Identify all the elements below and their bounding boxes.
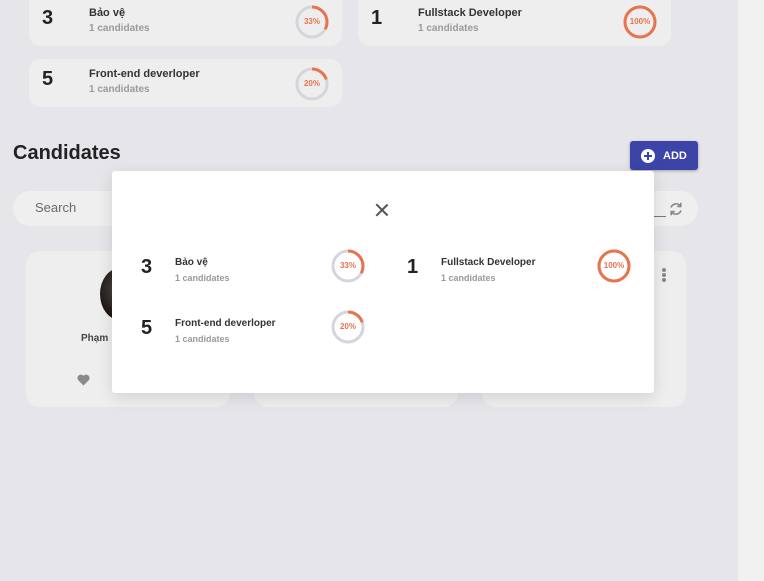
modal-job-item[interactable]: 1 Fullstack Developer 1 candidates 100% (407, 247, 637, 287)
job-count: 1 (407, 256, 419, 278)
job-count: 5 (42, 68, 54, 90)
job-title: Bảo vệ (89, 7, 126, 19)
job-card[interactable]: 5 Front-end deverloper 1 candidates 20% (29, 59, 342, 107)
job-count: 1 (371, 7, 383, 29)
job-candidates: 1 candidates (418, 23, 479, 34)
progress-ring: 20% (331, 310, 365, 344)
job-candidates: 1 candidates (89, 84, 150, 95)
jobs-modal: 3 Bảo vệ 1 candidates 33% 1 Fullstack De… (112, 171, 654, 393)
refresh-icon[interactable] (668, 201, 684, 217)
progress-ring: 33% (295, 5, 329, 39)
job-title: Front-end deverloper (89, 68, 200, 80)
progress-ring: 100% (623, 5, 657, 39)
job-title: Bảo vệ (175, 257, 208, 268)
page-scrollbar[interactable] (738, 0, 764, 581)
input-underline (654, 216, 666, 217)
job-card[interactable]: 3 Bảo vệ 1 candidates 33% (29, 0, 342, 46)
progress-label: 100% (603, 261, 625, 270)
job-title: Fullstack Developer (418, 7, 522, 19)
job-count: 3 (141, 256, 153, 278)
modal-job-item[interactable]: 5 Front-end deverloper 1 candidates 20% (141, 308, 371, 348)
section-title: Candidates (13, 142, 121, 164)
job-count: 5 (141, 317, 153, 339)
job-card[interactable]: 1 Fullstack Developer 1 candidates 100% (358, 0, 671, 46)
close-icon[interactable] (375, 203, 389, 217)
progress-label: 33% (339, 261, 356, 270)
job-title: Fullstack Developer (441, 257, 536, 268)
candidate-name: Phạm (81, 333, 109, 344)
add-button[interactable]: ADD (630, 141, 698, 170)
job-title: Front-end deverloper (175, 318, 276, 329)
job-candidates: 1 candidates (89, 23, 150, 34)
job-candidates: 1 candidates (441, 273, 496, 283)
progress-label: 100% (629, 17, 651, 26)
progress-ring: 33% (331, 249, 365, 283)
progress-ring: 20% (295, 67, 329, 101)
add-circle-icon (641, 148, 655, 163)
heart-icon[interactable] (77, 374, 90, 386)
more-options-icon[interactable] (662, 268, 666, 282)
add-button-label: ADD (663, 149, 687, 162)
modal-job-item[interactable]: 3 Bảo vệ 1 candidates 33% (141, 247, 371, 287)
job-candidates: 1 candidates (175, 273, 230, 283)
progress-label: 20% (339, 322, 356, 331)
progress-label: 20% (303, 79, 320, 88)
job-count: 3 (42, 7, 54, 29)
progress-ring: 100% (597, 249, 631, 283)
job-candidates: 1 candidates (175, 334, 230, 344)
progress-label: 33% (303, 17, 320, 26)
